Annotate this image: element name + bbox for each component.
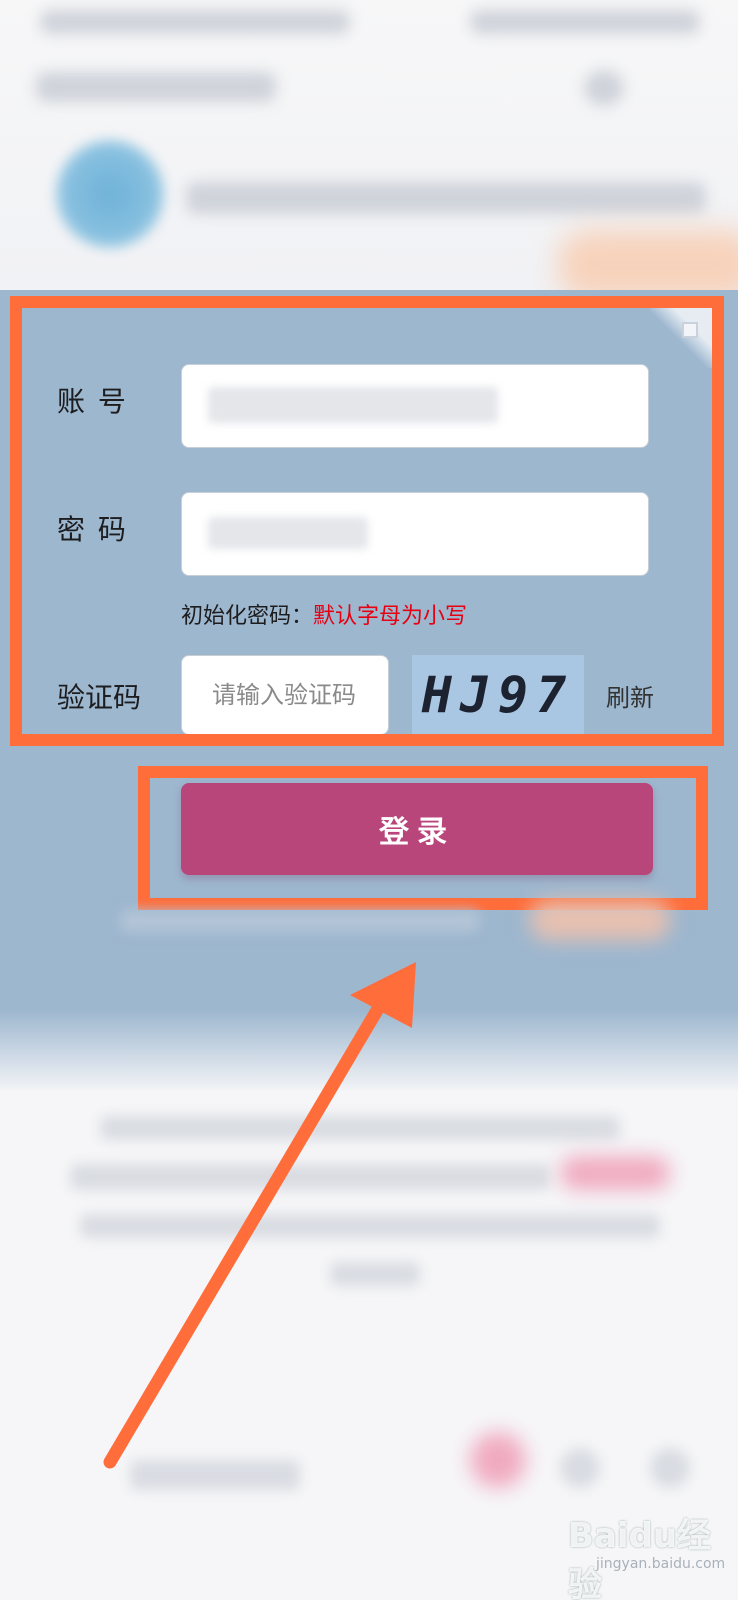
- hint-value: 默认字母为小写: [313, 604, 468, 629]
- masked-account-value: [208, 387, 498, 423]
- refresh-captcha-link[interactable]: 刷新: [606, 678, 654, 713]
- captcha-label: 验证码: [57, 681, 142, 714]
- baidu-logo: Baidu经验: [568, 1516, 712, 1600]
- account-input[interactable]: [181, 364, 649, 448]
- login-button[interactable]: 登录: [181, 783, 653, 875]
- masked-password-value: [208, 517, 368, 549]
- captcha-field-wrap: [181, 655, 389, 735]
- captcha-image[interactable]: HJ97: [412, 655, 584, 735]
- blurred-header: [0, 0, 738, 290]
- watermark-url: jingyan.baidu.com: [596, 1556, 726, 1572]
- password-label: 密 码: [57, 513, 128, 546]
- close-icon[interactable]: [682, 322, 698, 338]
- password-input[interactable]: [181, 492, 649, 576]
- avatar: [56, 140, 164, 248]
- captcha-input[interactable]: [182, 656, 388, 734]
- password-hint: 初始化密码：默认字母为小写: [181, 598, 467, 630]
- account-label: 账 号: [57, 385, 128, 418]
- hint-prefix: 初始化密码：: [181, 604, 314, 629]
